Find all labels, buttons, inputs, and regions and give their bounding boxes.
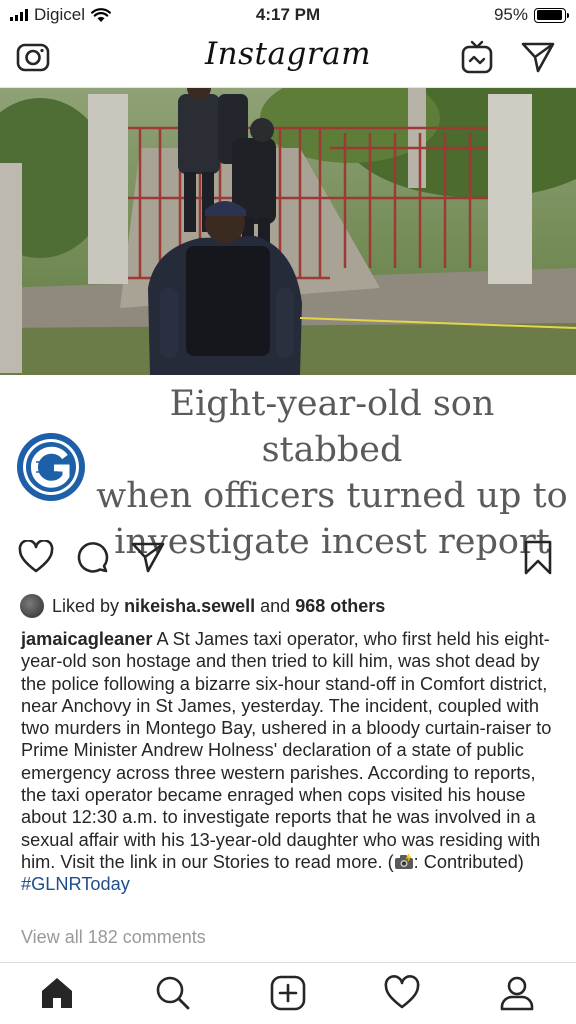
headline-banner: Eight-year-old son stabbed when officers… — [0, 375, 576, 562]
post-actions — [0, 534, 576, 580]
likes-prefix: Liked by — [52, 595, 120, 616]
igtv-icon[interactable] — [460, 40, 494, 74]
caption-credit: : Contributed) — [413, 851, 524, 872]
view-comments-link[interactable]: View all 182 comments — [21, 927, 206, 948]
headline-line: when officers turned up to — [96, 476, 568, 516]
status-bar: Digicel 4:17 PM 95% — [0, 0, 576, 30]
likes-others-link[interactable]: 968 others — [295, 596, 385, 616]
avatar[interactable] — [20, 594, 44, 618]
search-icon[interactable] — [155, 975, 191, 1011]
likes-row: Liked by nikeisha.sewell and 968 others — [20, 592, 560, 620]
clock: 4:17 PM — [255, 5, 321, 24]
heart-icon[interactable] — [18, 540, 54, 574]
bookmark-icon[interactable] — [523, 540, 553, 576]
caption-text: A St James taxi operator, who first held… — [21, 629, 552, 872]
share-icon[interactable] — [130, 540, 166, 574]
bottom-tab-bar — [0, 962, 576, 1024]
home-icon[interactable] — [39, 975, 75, 1011]
battery-icon — [534, 7, 569, 23]
headline-line: Eight-year-old son stabbed — [169, 384, 495, 470]
gleaner-logo — [17, 433, 85, 501]
post-photo[interactable] — [0, 88, 576, 375]
comment-icon[interactable] — [75, 540, 109, 574]
new-post-icon[interactable] — [270, 975, 306, 1011]
profile-icon[interactable] — [499, 975, 535, 1011]
liked-by-user-link[interactable]: nikeisha.sewell — [124, 596, 255, 616]
top-nav: Instagram — [0, 30, 576, 88]
direct-message-icon[interactable] — [520, 40, 556, 74]
battery-percent: 95% — [493, 5, 528, 24]
caption-username-link[interactable]: jamaicagleaner — [21, 629, 152, 649]
likes-connector: and — [260, 595, 291, 616]
camera-flash-emoji-icon — [394, 853, 413, 869]
post-caption: jamaicagleaner A St James taxi operator,… — [21, 628, 561, 896]
hashtag-link[interactable]: #GLNRToday — [21, 874, 130, 894]
battery-group: 95% — [493, 5, 569, 25]
activity-icon[interactable] — [384, 975, 420, 1011]
